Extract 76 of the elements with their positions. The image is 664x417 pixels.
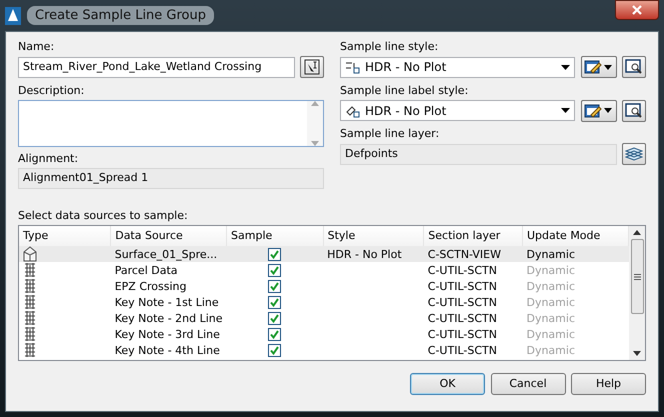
column-header[interactable]: Update Mode [522,226,629,246]
dialog-button[interactable]: Cancel [490,373,566,395]
alignment-field: Alignment01_Spread 1 [18,168,324,189]
data-source-text: Parcel Data [114,264,178,276]
layer-text: C-UTIL-SCTN [428,296,497,308]
layer-text: C-UTIL-SCTN [428,344,497,356]
field-label: Sample line layer: [340,127,440,140]
scroll-up-icon[interactable] [633,230,642,235]
pencil-icon [584,59,602,75]
layer-text: C-UTIL-SCTN [428,264,497,276]
layers-icon [625,146,643,162]
app-logo-icon [5,6,21,24]
scrollbar[interactable] [629,226,645,360]
dialog-button[interactable]: Help [571,373,646,395]
field-label: Sample line style: [340,40,440,53]
window-title: Create Sample Line Group [27,6,214,26]
edit-style-button[interactable] [580,100,616,122]
data-source-text: Key Note - 2nd Line [114,312,223,324]
network-icon [23,294,37,310]
scroll-thumb[interactable] [630,239,644,314]
sample-checkbox[interactable] [268,248,282,261]
layer-text: C-UTIL-SCTN [428,312,497,324]
preview-button[interactable] [622,100,646,122]
update-mode-text: Dynamic [526,296,575,308]
label-style-dropdown[interactable]: HDR - No Plot [340,100,575,121]
caret-icon [604,64,612,70]
update-mode-text: Dynamic [526,344,575,356]
caret-icon [604,108,612,113]
label-style-icon [345,104,361,118]
update-mode-text: Dynamic [526,312,575,324]
data-source-text: Key Note - 4th Line [114,344,220,356]
update-mode-text: Dynamic [526,248,575,260]
network-icon [23,278,37,294]
layer-text: C-UTIL-SCTN [428,328,497,340]
section-label: Select data sources to sample: [18,209,189,222]
style-text: HDR - No Plot [327,248,402,260]
scroll-down-icon[interactable] [633,351,642,356]
network-icon [23,262,37,278]
pick-button[interactable] [300,56,324,78]
network-icon [23,326,37,342]
close-icon [632,5,642,15]
dialog-button[interactable]: OK [410,373,485,395]
style-dropdown[interactable]: HDR - No Plot [340,56,575,78]
layer-text: C-SCTN-VIEW [428,248,501,260]
data-source-text: Key Note - 1st Line [114,296,219,308]
network-icon [23,342,37,358]
dropdown-caret-icon [561,108,570,113]
data-source-text: Key Note - 3rd Line [114,328,220,340]
layers-button[interactable] [622,143,646,165]
edit-style-button[interactable] [580,56,616,78]
close-button[interactable] [615,0,659,20]
column-header[interactable]: Style [323,226,424,246]
column-header[interactable]: Data Source [110,226,227,246]
update-mode-text: Dynamic [526,280,575,292]
name-field[interactable]: Stream_River_Pond_Lake_Wetland Crossing [18,56,294,78]
dropdown-caret-icon [561,64,570,70]
field-label: Sample line label style: [340,84,470,96]
data-source-text: EPZ Crossing [114,280,186,292]
magnifier-icon [625,102,643,118]
field-label: Description: [18,84,86,96]
layer-field: Defpoints [340,144,616,164]
update-mode-text: Dynamic [526,264,575,276]
column-header[interactable]: Sample [226,226,324,246]
field-label: Name: [18,40,56,53]
field-label: Alignment: [18,152,80,165]
layer-text: C-UTIL-SCTN [428,280,497,292]
update-mode-text: Dynamic [526,328,575,340]
column-header[interactable]: Section layer [424,226,522,246]
data-source-text: Surface_01_Spre... [114,248,218,260]
magnifier-icon [625,59,643,75]
preview-button[interactable] [622,56,646,78]
column-header[interactable]: Type [19,226,111,246]
pick-cursor-icon [304,59,320,75]
pencil-icon [584,102,602,118]
sample-line-icon [345,60,361,74]
network-icon [23,310,37,326]
